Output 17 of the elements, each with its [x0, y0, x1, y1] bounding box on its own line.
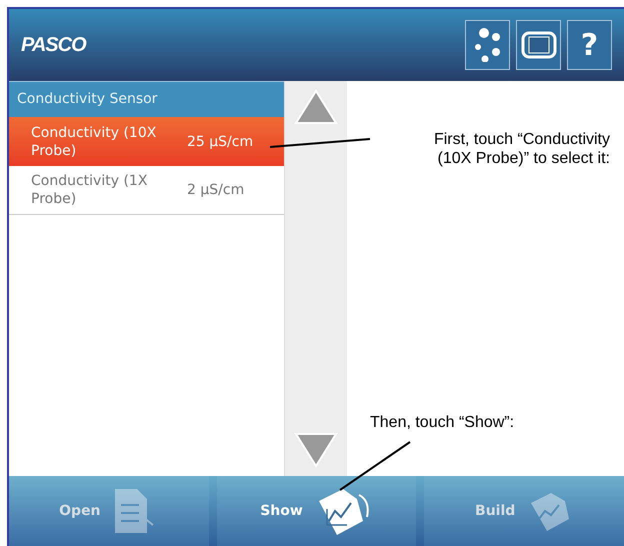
toolbar-button[interactable]: Show — [216, 476, 416, 546]
sensor-reading: 2 µS/cm — [187, 181, 244, 199]
sensor-name: Conductivity (10X Probe) — [31, 124, 158, 160]
logo: PASCO — [21, 33, 86, 58]
callout-text: First, touch “Conductivity (10X Probe)” to select it: — [434, 130, 610, 168]
help-button[interactable]: ? — [567, 20, 612, 70]
scroll-up-icon[interactable] — [294, 89, 338, 125]
sensor-name: Conductivity (1X Probe) — [31, 172, 148, 208]
sensor-reading: 25 µS/cm — [187, 132, 254, 150]
dots-button[interactable] — [465, 20, 510, 70]
dots-icon — [474, 28, 500, 62]
sensor-group-header: Conductivity Sensor — [9, 81, 284, 117]
sensor-item[interactable]: Conductivity (10X Probe) 25 µS/cm — [9, 117, 284, 166]
callout-text: Then, touch “Show”: — [370, 413, 514, 432]
scroll-down-icon[interactable] — [294, 432, 338, 468]
tablet-icon — [520, 31, 556, 59]
device-button[interactable] — [516, 20, 561, 70]
